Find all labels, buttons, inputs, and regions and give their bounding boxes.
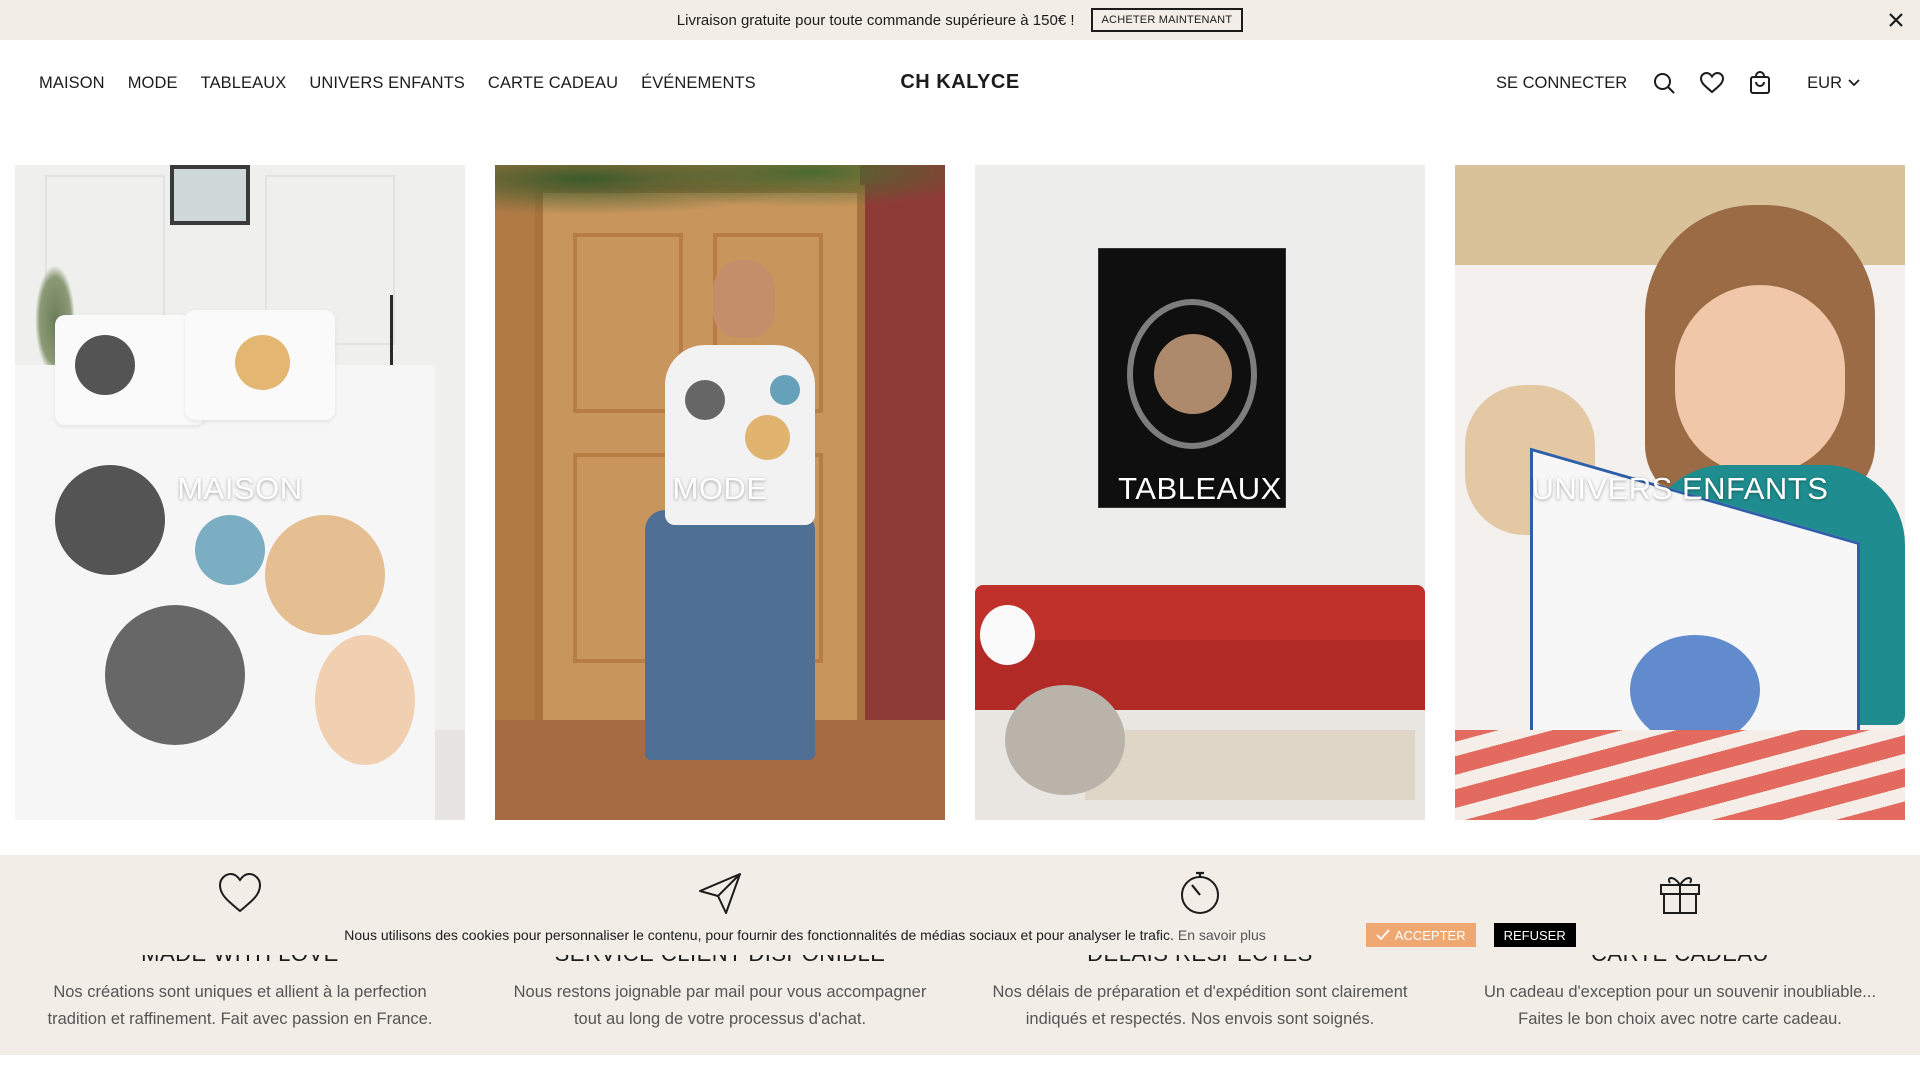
chevron-down-icon <box>1848 79 1860 87</box>
check-icon <box>1376 929 1390 941</box>
feature-carte-cadeau: CARTE CADEAU Un cadeau d'exception pour … <box>1440 855 1920 1055</box>
pouf <box>1005 685 1125 795</box>
feature-made-with-love: MADE WITH LOVE Nos créations sont unique… <box>0 855 480 1055</box>
shirt-pattern <box>745 415 790 460</box>
accept-label: ACCEPTER <box>1394 927 1466 943</box>
book-illustration <box>1630 635 1760 745</box>
sofa <box>975 585 1425 645</box>
category-label: MODE <box>672 471 768 506</box>
header-tools: SE CONNECTER EUR <box>1496 70 1860 96</box>
shirt-pattern <box>770 375 800 405</box>
site-logo[interactable]: CH KALYCE <box>900 71 1019 94</box>
nav-item-evenements[interactable]: ÉVÉNEMENTS <box>641 74 756 93</box>
paint-splat <box>105 605 245 745</box>
flowers <box>980 605 1035 665</box>
paint-splat <box>75 335 135 395</box>
stopwatch-icon <box>1181 871 1219 914</box>
feature-description: Nos délais de préparation et d'expéditio… <box>992 983 1408 1028</box>
nav-item-carte-cadeau[interactable]: CARTE CADEAU <box>488 74 618 93</box>
login-link[interactable]: SE CONNECTER <box>1496 74 1627 93</box>
search-icon[interactable] <box>1651 70 1677 96</box>
striped-blanket <box>1455 730 1905 820</box>
feature-delais: DÉLAIS RESPECTÉS Nos délais de préparati… <box>960 855 1440 1055</box>
person-head <box>713 260 775 338</box>
nav-item-maison[interactable]: MAISON <box>39 74 105 93</box>
bag-icon[interactable] <box>1747 70 1773 96</box>
category-label: TABLEAUX <box>1118 471 1282 506</box>
feature-description: Nos créations sont uniques et allient à … <box>47 983 433 1028</box>
category-tile-mode[interactable]: MODE <box>495 165 945 820</box>
painting-figure <box>1154 334 1232 414</box>
category-label: UNIVERS ENFANTS <box>1531 471 1829 506</box>
cookie-more-link[interactable]: En savoir plus <box>1178 927 1266 943</box>
nav-item-tableaux[interactable]: TABLEAUX <box>201 74 287 93</box>
currency-selector[interactable]: EUR <box>1807 74 1860 93</box>
paint-splat <box>315 635 415 765</box>
person-jeans <box>645 510 815 760</box>
cookie-text: Nous utilisons des cookies pour personna… <box>344 927 1174 943</box>
main-nav: MAISON MODE TABLEAUX UNIVERS ENFANTS CAR… <box>39 74 756 93</box>
paint-splat <box>265 515 385 635</box>
paper-plane-icon <box>699 873 741 914</box>
cookie-banner: Nous utilisons des cookies pour personna… <box>0 915 1920 955</box>
shirt-pattern <box>685 380 725 420</box>
features-band: MADE WITH LOVE Nos créations sont unique… <box>0 855 1920 1055</box>
gift-icon <box>1660 877 1700 914</box>
site-header: MAISON MODE TABLEAUX UNIVERS ENFANTS CAR… <box>0 40 1920 130</box>
shop-now-button[interactable]: ACHETER MAINTENANT <box>1090 8 1244 32</box>
rug <box>1085 730 1415 800</box>
category-tile-univers-enfants[interactable]: UNIVERS ENFANTS <box>1455 165 1905 820</box>
child-face <box>1675 285 1845 475</box>
category-grid: MAISON MODE TABLEAUX UNIVERS ENFANTS <box>15 165 1905 820</box>
wall-painting <box>1098 248 1286 508</box>
category-tile-tableaux[interactable]: TABLEAUX <box>975 165 1425 820</box>
close-icon[interactable] <box>1884 8 1908 32</box>
heart-icon[interactable] <box>1699 70 1725 96</box>
feature-description: Un cadeau d'exception pour un souvenir i… <box>1483 983 1877 1028</box>
accept-cookies-button[interactable]: ACCEPTER <box>1365 923 1476 947</box>
wall-frame <box>170 165 250 225</box>
leaves <box>495 165 945 235</box>
category-tile-maison[interactable]: MAISON <box>15 165 465 820</box>
feature-service-client: SERVICE CLIENT DISPONIBLE Nous restons j… <box>480 855 960 1055</box>
announcement-message: Livraison gratuite pour toute commande s… <box>676 11 1075 29</box>
announcement-bar: Livraison gratuite pour toute commande s… <box>0 0 1920 40</box>
paint-splat <box>235 335 290 390</box>
nav-item-mode[interactable]: MODE <box>128 74 178 93</box>
nav-item-univers-enfants[interactable]: UNIVERS ENFANTS <box>309 74 465 93</box>
category-label: MAISON <box>177 471 303 506</box>
paint-splat <box>195 515 265 585</box>
currency-label: EUR <box>1807 73 1842 92</box>
heart-icon <box>218 872 262 913</box>
refuse-cookies-button[interactable]: REFUSER <box>1493 923 1576 947</box>
feature-description: Nous restons joignable par mail pour vou… <box>513 983 927 1028</box>
